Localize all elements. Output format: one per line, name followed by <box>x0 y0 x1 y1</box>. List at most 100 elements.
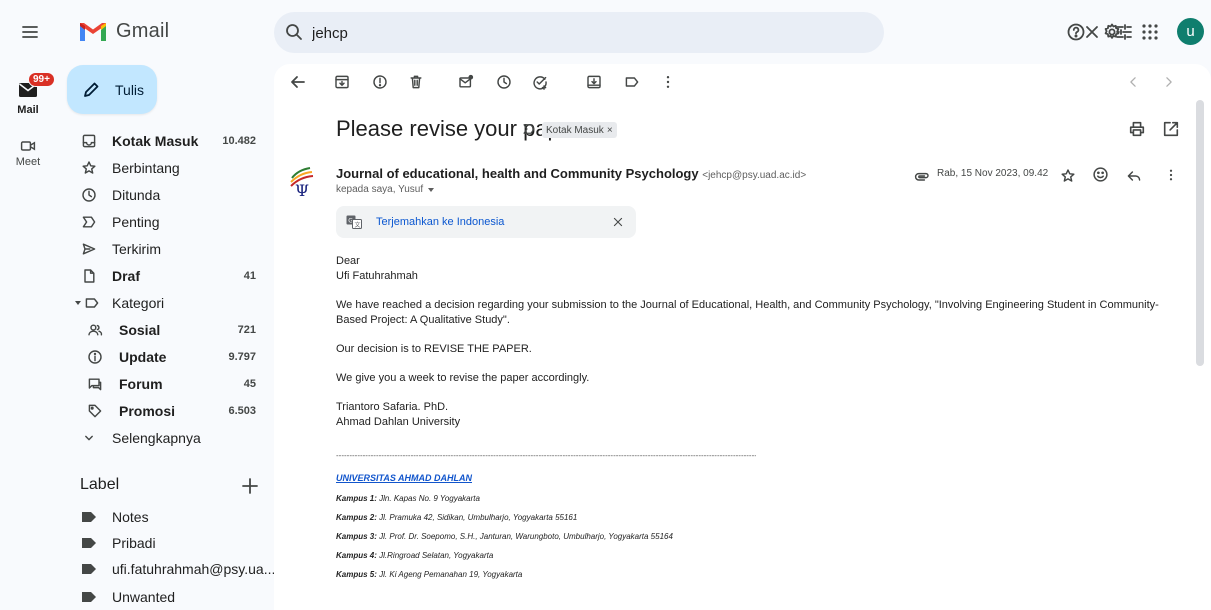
label-item-pribadi[interactable]: Pribadi <box>70 530 270 556</box>
greeting: Dear <box>336 255 360 267</box>
emoji-icon[interactable] <box>1092 166 1109 183</box>
chip-remove-icon[interactable]: × <box>607 125 613 136</box>
close-icon[interactable] <box>612 216 624 228</box>
translate-link[interactable]: Terjemahkan ke Indonesia <box>376 216 504 228</box>
chevron-right-icon[interactable] <box>1162 75 1176 89</box>
nav-item-snoozed[interactable]: Ditunda <box>70 181 270 208</box>
plus-icon[interactable] <box>240 476 260 496</box>
more-vertical-icon[interactable] <box>1164 168 1178 182</box>
label-item-account[interactable]: ufi.fatuhrahmah@psy.ua... <box>70 556 275 582</box>
signature-org: Ahmad Dahlan University <box>336 416 461 428</box>
help-icon[interactable] <box>1066 22 1086 42</box>
campus-address: Jl. Pramuka 42, Sidikan, Umbulharjo, Yog… <box>379 513 578 522</box>
search-icon[interactable] <box>284 22 304 42</box>
nav-item-inbox[interactable]: Kotak Masuk 10.482 <box>70 127 270 154</box>
chevron-down-icon <box>85 435 93 440</box>
star-icon <box>82 160 96 174</box>
pencil-icon <box>84 82 99 97</box>
unread-badge: 99+ <box>28 72 55 87</box>
archive-icon[interactable] <box>334 74 350 90</box>
nav-label: Kotak Masuk <box>112 132 199 149</box>
nav-item-updates[interactable]: Update 9.797 <box>70 343 270 370</box>
clock-icon <box>82 187 96 202</box>
scrollbar[interactable] <box>1196 100 1204 366</box>
recipients-text: kepada saya, Yusuf <box>336 184 424 195</box>
sender-logo: Ψ <box>290 167 314 198</box>
nav-item-categories[interactable]: Kategori <box>70 289 270 316</box>
nav-label: Penting <box>112 213 160 230</box>
university-link[interactable]: UNIVERSITAS AHMAD DAHLAN <box>336 471 1186 486</box>
nav-item-starred[interactable]: Berbintang <box>70 154 270 181</box>
sender-line[interactable]: Journal of educational, health and Commu… <box>336 166 806 181</box>
recipients-toggle[interactable]: kepada saya, Yusuf <box>336 184 435 195</box>
body-paragraph: Our decision is to REVISE THE PAPER. <box>336 343 532 355</box>
label-item-notes[interactable]: Notes <box>70 504 270 530</box>
label-icon <box>85 297 99 308</box>
nav-item-more[interactable]: Selengkapnya <box>70 424 270 451</box>
email-body: Dear Ufi Fatuhrahmah We have reached a d… <box>336 254 1186 589</box>
nav-count: 45 <box>243 377 256 390</box>
nav-label: Berbintang <box>112 159 180 176</box>
star-icon[interactable] <box>1060 168 1076 184</box>
signature-name: Triantoro Safaria. PhD. <box>336 401 449 413</box>
report-spam-icon[interactable] <box>372 74 388 90</box>
mark-unread-icon[interactable] <box>458 74 474 90</box>
menu-icon <box>22 26 38 38</box>
gmail-logo[interactable]: Gmail <box>78 20 169 43</box>
snooze-icon[interactable] <box>496 74 512 90</box>
campus-line: Kampus 4: Jl.Ringroad Selatan, Yogyakart… <box>336 551 1186 560</box>
nav-item-forums[interactable]: Forum 45 <box>70 370 270 397</box>
svg-text:文: 文 <box>355 221 361 229</box>
chevron-left-icon[interactable] <box>1126 75 1140 89</box>
campus-label: Kampus 2: <box>336 513 377 522</box>
nav-count: 9.797 <box>228 350 256 363</box>
body-paragraph: We give you a week to revise the paper a… <box>336 372 590 384</box>
body-paragraph: We have reached a decision regarding you… <box>336 299 1159 326</box>
rail-mail[interactable]: 99+ Mail <box>6 72 55 122</box>
campus-line: Kampus 5: Jl. Ki Ageng Pemanahan 19, Yog… <box>336 570 1186 579</box>
chip-label: Kotak Masuk <box>546 124 604 136</box>
rail-meet[interactable]: Meet <box>6 136 50 176</box>
campus-address: Jl.Ringroad Selatan, Yogyakarta <box>379 551 494 560</box>
nav-item-drafts[interactable]: Draf 41 <box>70 262 270 289</box>
top-bar: Gmail u <box>0 0 1211 64</box>
main-menu-button[interactable] <box>14 16 46 48</box>
nav-item-promotions[interactable]: Promosi 6.503 <box>70 397 270 424</box>
back-arrow-icon[interactable] <box>288 72 308 92</box>
nav-item-important[interactable]: Penting <box>70 208 270 235</box>
trash-icon[interactable] <box>408 74 424 90</box>
more-vertical-icon[interactable] <box>660 74 676 90</box>
gear-icon[interactable] <box>1102 22 1122 42</box>
inbox-label-chip[interactable]: Kotak Masuk × <box>542 122 617 138</box>
label-tag-icon <box>82 512 96 522</box>
label-item-unwanted[interactable]: Unwanted <box>70 584 270 610</box>
nav-label: Ditunda <box>112 186 161 203</box>
search-bar[interactable] <box>274 12 1132 53</box>
reply-icon[interactable] <box>1126 168 1142 184</box>
campus-line: Kampus 2: Jl. Pramuka 42, Sidikan, Umbul… <box>336 513 1186 522</box>
greeting-block: Dear Ufi Fatuhrahmah <box>336 254 1186 284</box>
tag-icon <box>88 404 102 417</box>
important-icon <box>82 215 96 228</box>
move-to-icon[interactable] <box>586 74 602 90</box>
apps-grid-icon[interactable] <box>1140 22 1160 42</box>
account-avatar[interactable]: u <box>1177 18 1204 45</box>
info-icon <box>88 349 102 364</box>
compose-button[interactable]: Tulis <box>67 65 157 114</box>
search-input[interactable] <box>312 22 782 44</box>
nav-label: Forum <box>119 375 163 392</box>
important-icon[interactable] <box>522 122 536 136</box>
print-icon[interactable] <box>1128 120 1146 138</box>
label-icon[interactable] <box>624 74 640 90</box>
signature-divider: ----------------------------------------… <box>336 451 756 460</box>
add-task-icon[interactable] <box>532 74 548 90</box>
label-name: Notes <box>112 509 149 525</box>
campus-label: Kampus 5: <box>336 570 377 579</box>
translate-icon: G文 <box>346 215 362 229</box>
nav-item-sent[interactable]: Terkirim <box>70 235 270 262</box>
svg-text:Ψ: Ψ <box>295 181 309 198</box>
nav-label: Draf <box>112 267 141 284</box>
rail-meet-label: Meet <box>15 156 41 168</box>
nav-item-social[interactable]: Sosial 721 <box>70 316 270 343</box>
open-new-window-icon[interactable] <box>1162 120 1180 138</box>
